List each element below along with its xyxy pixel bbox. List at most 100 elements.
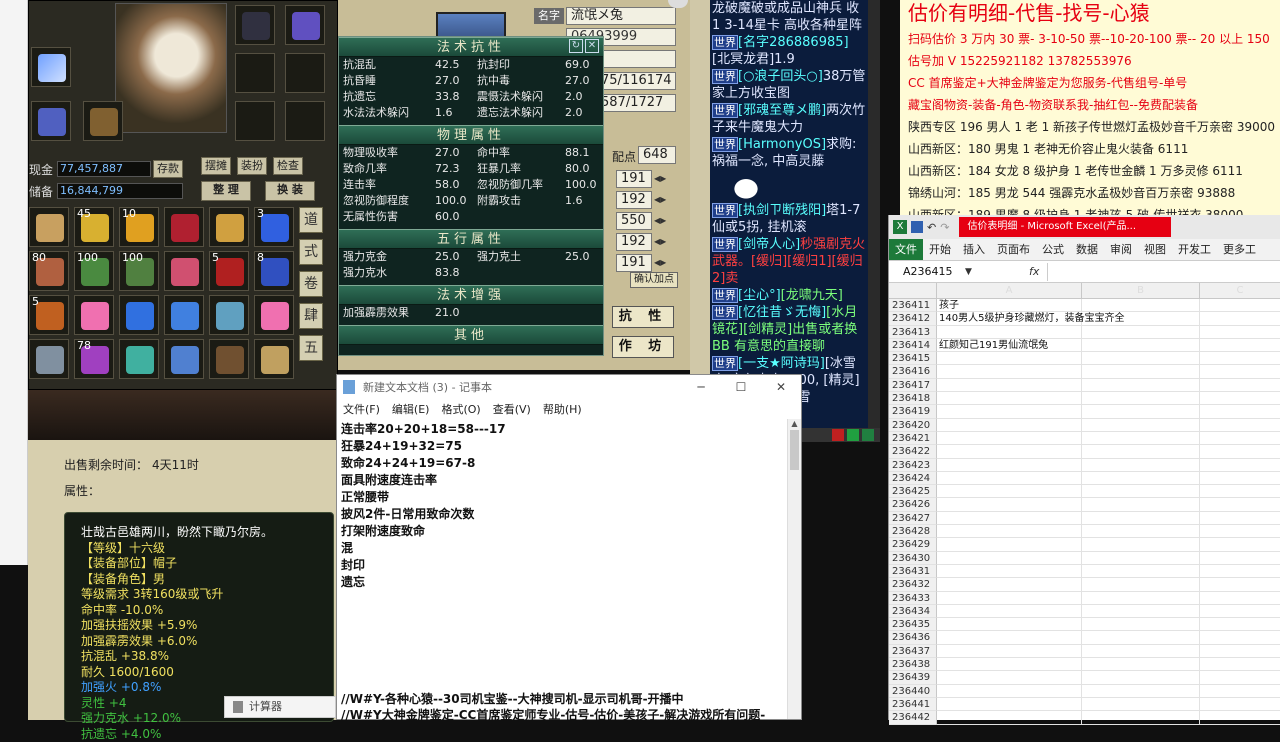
side-tab-1[interactable]: 道 [299,207,323,233]
cell-b[interactable] [1082,592,1200,605]
cell-a[interactable] [937,512,1082,525]
cell-a[interactable]: 红颜知己191男仙流氓兔 [937,339,1082,352]
maximize-icon[interactable]: ☐ [721,380,761,394]
cell-a[interactable] [937,698,1082,711]
inventory-slot[interactable]: 8 [254,251,294,291]
row-number[interactable]: 236412 [889,312,937,325]
cell-b[interactable] [1082,565,1200,578]
cell-b[interactable] [1082,326,1200,339]
ribbon-tab[interactable]: 开始 [923,239,957,260]
inventory-slot[interactable]: 5 [209,251,249,291]
channel-tag[interactable]: 世界 [712,137,738,152]
inventory-slot[interactable]: 10 [119,207,159,247]
cell-b[interactable] [1082,485,1200,498]
row-number[interactable]: 236442 [889,711,937,724]
channel-tag[interactable]: 世界 [712,237,738,252]
side-tab-2[interactable]: 式 [299,239,323,265]
cell-a[interactable] [937,538,1082,551]
cell-c[interactable] [1200,552,1280,565]
inspect-button[interactable]: 检查 [273,157,303,175]
cell-a[interactable] [937,432,1082,445]
cell-c[interactable] [1200,685,1280,698]
cell-b[interactable] [1082,445,1200,458]
close-icon[interactable]: ✕ [761,380,801,394]
cell-b[interactable] [1082,419,1200,432]
cell-b[interactable] [1082,379,1200,392]
player-name[interactable]: [HarmonyOS] [738,137,826,152]
confirm-points-button[interactable]: 确认加点 [630,272,678,288]
cell-a[interactable] [937,445,1082,458]
cell-c[interactable] [1200,419,1280,432]
stall-button[interactable]: 摆摊 [201,157,231,175]
stepper-arrows-icon[interactable]: ◀▶ [654,174,666,183]
cell-b[interactable] [1082,312,1200,325]
inventory-slot[interactable] [119,339,159,379]
inventory-slot[interactable] [164,339,204,379]
channel-tag[interactable]: 世界 [712,103,738,118]
row-number[interactable]: 236431 [889,565,937,578]
cell-c[interactable] [1200,645,1280,658]
row-number[interactable]: 236419 [889,405,937,418]
inventory-slot[interactable] [209,339,249,379]
cell-c[interactable] [1200,339,1280,352]
ribbon-tab[interactable]: 开发工 [1172,239,1217,260]
cell-c[interactable] [1200,352,1280,365]
stepper-arrows-icon[interactable]: ◀▶ [654,195,666,204]
cell-b[interactable] [1082,498,1200,511]
cell-c[interactable] [1200,326,1280,339]
cell-b[interactable] [1082,685,1200,698]
row-number[interactable]: 236423 [889,459,937,472]
chevron-up-icon[interactable]: ▲ [788,419,801,428]
cell-b[interactable] [1082,538,1200,551]
equip-slot-amulet[interactable] [83,101,123,141]
row-number[interactable]: 236437 [889,645,937,658]
side-tab-4[interactable]: 肆 [299,303,323,329]
cell-b[interactable] [1082,392,1200,405]
player-name[interactable]: [执剑ㄗ断残阳] [738,203,826,218]
channel-tag[interactable]: 世界 [712,203,738,218]
ribbon-tab[interactable]: 数据 [1070,239,1104,260]
cell-c[interactable] [1200,472,1280,485]
ribbon-tab[interactable]: 审阅 [1104,239,1138,260]
inventory-slot[interactable] [164,295,204,335]
cell-c[interactable] [1200,658,1280,671]
row-number[interactable]: 236435 [889,618,937,631]
minimize-icon[interactable]: ─ [681,380,721,394]
row-number[interactable]: 236421 [889,432,937,445]
cell-c[interactable] [1200,365,1280,378]
equip-slot-weapon[interactable] [31,47,71,87]
equip-slot-armor[interactable] [285,5,325,45]
player-name[interactable]: [忆往昔ゞ无悔] [738,305,826,320]
row-number[interactable]: 236417 [889,379,937,392]
green-square-icon[interactable] [862,429,874,441]
cell-c[interactable] [1200,631,1280,644]
cell-b[interactable] [1082,605,1200,618]
column-header-a[interactable]: A [937,283,1082,298]
row-number[interactable]: 236434 [889,605,937,618]
name-box[interactable]: A236415 [889,265,965,278]
row-number[interactable]: 236411 [889,299,937,312]
cell-b[interactable] [1082,525,1200,538]
cell-a[interactable] [937,618,1082,631]
cell-a[interactable] [937,326,1082,339]
player-name[interactable]: [剑帝人心] [738,237,800,252]
cell-b[interactable] [1082,631,1200,644]
corner-cell[interactable] [889,283,937,298]
cell-a[interactable] [937,552,1082,565]
inventory-slot[interactable] [254,295,294,335]
chevron-down-icon[interactable]: ▼ [965,267,979,277]
side-tab-3[interactable]: 卷 [299,271,323,297]
column-header-c[interactable]: C [1200,283,1280,298]
cell-a[interactable]: 140男人5级护身珍藏燃灯，装备宝宝齐全 [937,312,1082,325]
redo-icon[interactable]: ↷ [940,221,949,234]
cell-c[interactable] [1200,392,1280,405]
calculator-taskbar-item[interactable]: 计算器 [224,696,336,718]
inventory-slot[interactable] [209,295,249,335]
channel-tag[interactable]: 世界 [712,35,738,50]
red-square-icon[interactable] [832,429,844,441]
inventory-slot[interactable]: 3 [254,207,294,247]
cell-c[interactable] [1200,671,1280,684]
cell-b[interactable] [1082,352,1200,365]
cell-a[interactable] [937,711,1082,724]
equip-slot-extra[interactable] [285,101,325,141]
